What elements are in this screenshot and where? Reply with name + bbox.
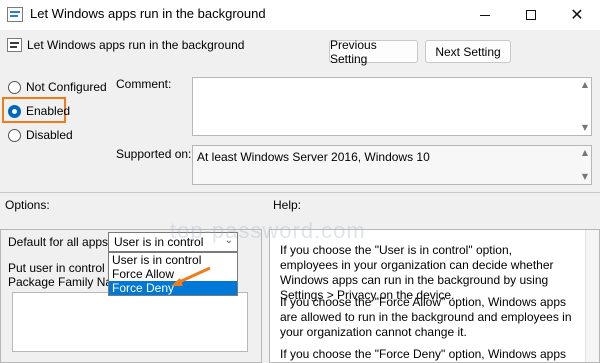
window-title: Let Windows apps run in the background	[30, 6, 266, 21]
orange-arrow-icon	[171, 266, 211, 286]
help-section-label: Help:	[273, 198, 302, 212]
default-apps-label: Default for all apps:	[8, 235, 112, 249]
package-family-textbox[interactable]	[12, 292, 248, 352]
comment-label: Comment:	[116, 77, 172, 91]
watermark-text: top-password.com	[170, 218, 366, 243]
policy-app-icon	[7, 7, 23, 22]
radio-enabled[interactable]: Enabled	[8, 104, 70, 118]
help-paragraph-1: If you choose the "User is in control" o…	[280, 243, 554, 302]
next-setting-button[interactable]: Next Setting	[425, 40, 511, 63]
supported-on-value: At least Windows Server 2016, Windows 10	[197, 150, 430, 164]
put-user-control-label: Put user in control of	[8, 261, 119, 275]
supported-on-box: At least Windows Server 2016, Windows 10…	[192, 145, 592, 185]
policy-title: Let Windows apps run in the background	[27, 38, 245, 52]
radio-circle[interactable]	[8, 128, 21, 142]
close-button[interactable]: ✕	[554, 0, 600, 30]
maximize-icon	[526, 10, 536, 20]
help-scrollbar[interactable]	[585, 230, 599, 362]
minimize-button[interactable]	[462, 0, 508, 30]
radio-label: Disabled	[26, 128, 73, 142]
scroll-up-icon[interactable]: ▲	[582, 81, 588, 89]
scroll-down-icon[interactable]: ▼	[582, 124, 588, 132]
scroll-up-icon[interactable]: ▲	[582, 149, 588, 157]
help-paragraph-2: If you choose the "Force Allow" option, …	[280, 295, 572, 339]
radio-label: Enabled	[26, 104, 71, 118]
help-paragraph-3: If you choose the "Force Deny" option, W…	[280, 347, 567, 361]
section-divider	[0, 192, 600, 193]
radio-disabled[interactable]: Disabled	[8, 128, 73, 142]
radio-not-configured[interactable]: Not Configured	[8, 80, 107, 94]
policy-icon	[7, 38, 22, 52]
previous-setting-button[interactable]: Previous Setting	[329, 38, 418, 66]
supported-on-label: Supported on:	[116, 147, 192, 161]
comment-textbox[interactable]: ▲ ▼	[192, 77, 592, 136]
options-section-label: Options:	[5, 198, 50, 212]
maximize-button[interactable]	[508, 0, 554, 30]
radio-label: Not Configured	[26, 80, 107, 94]
help-panel: If you choose the "User is in control" o…	[269, 229, 600, 363]
radio-circle-checked[interactable]	[8, 104, 21, 118]
radio-circle[interactable]	[8, 80, 21, 94]
close-icon: ✕	[570, 5, 584, 24]
scroll-down-icon[interactable]: ▼	[582, 173, 588, 181]
minimize-icon	[480, 14, 490, 16]
